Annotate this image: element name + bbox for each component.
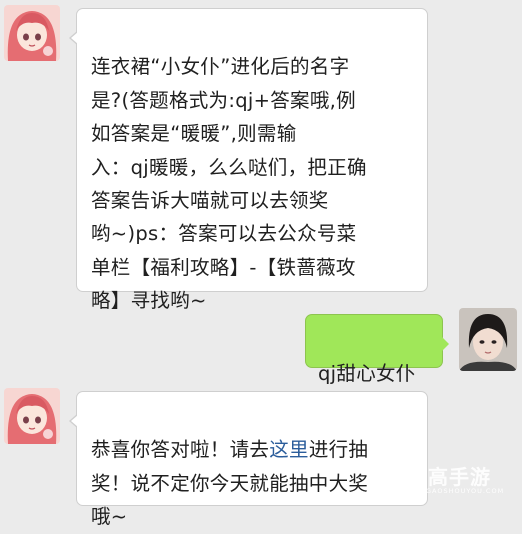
watermark: 高手游 GAOSHOUYOU.COM	[392, 461, 504, 499]
watermark-brand: 高手游	[428, 465, 491, 489]
bot-avatar[interactable]	[4, 5, 60, 61]
message-bubble-question[interactable]: 连衣裙“小女仆”进化后的名字 是?(答题格式为:qj+答案哦,例 如答案是“暖暖…	[69, 8, 428, 312]
bot-avatar[interactable]	[4, 388, 60, 444]
user-avatar[interactable]	[459, 308, 517, 371]
message-bubble-answer[interactable]: qj甜心女仆	[305, 314, 449, 385]
watermark-url: GAOSHOUYOU.COM	[426, 487, 505, 495]
gaoshouyou-logo-icon	[394, 462, 424, 491]
message-text: 连衣裙“小女仆”进化后的名字 是?(答题格式为:qj+答案哦,例 如答案是“暖暖…	[91, 55, 367, 313]
reward-link[interactable]: 这里	[269, 438, 309, 461]
anime-girl-avatar-icon	[4, 5, 60, 61]
anime-girl-avatar-icon	[4, 388, 60, 444]
user-photo-avatar-icon	[459, 308, 517, 371]
message-text: qj甜心女仆	[318, 362, 416, 386]
message-text-before-link: 恭喜你答对啦！请去	[91, 438, 270, 462]
message-bubble-reward[interactable]: 恭喜你答对啦！请去这里进行抽 奖！说不定你今天就能抽中大奖 哦~	[69, 391, 428, 528]
